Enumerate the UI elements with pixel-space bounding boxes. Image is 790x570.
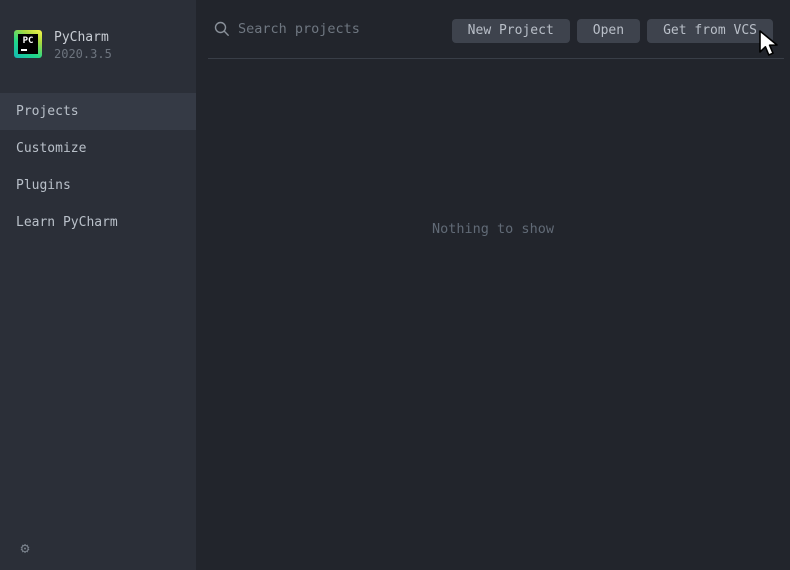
search-area	[214, 21, 438, 37]
sidebar-item-plugins[interactable]: Plugins	[0, 167, 196, 204]
app-header: PC PyCharm 2020.3.5	[14, 30, 112, 63]
settings-gear-icon[interactable]: ⚙	[16, 539, 34, 557]
pycharm-logo-inner: PC	[18, 34, 38, 54]
get-from-vcs-button[interactable]: Get from VCS	[647, 19, 773, 43]
sidebar-item-learn-pycharm[interactable]: Learn PyCharm	[0, 204, 196, 241]
topbar-actions: New Project Open Get from VCS	[452, 19, 773, 43]
app-titles: PyCharm 2020.3.5	[54, 30, 112, 63]
search-icon	[214, 21, 230, 37]
pycharm-welcome-window: PC PyCharm 2020.3.5 Projects Customize P…	[0, 0, 790, 570]
app-version: 2020.3.5	[54, 46, 112, 63]
pycharm-logo-underscore	[21, 49, 27, 51]
new-project-button[interactable]: New Project	[452, 19, 570, 43]
sidebar-nav: Projects Customize Plugins Learn PyCharm	[0, 93, 196, 241]
open-button[interactable]: Open	[577, 19, 640, 43]
mouse-cursor-icon	[756, 30, 780, 58]
empty-state-message: Nothing to show	[196, 221, 790, 237]
app-name: PyCharm	[54, 30, 112, 46]
sidebar-item-projects[interactable]: Projects	[0, 93, 196, 130]
pycharm-logo-icon: PC	[14, 30, 42, 58]
pycharm-logo-text: PC	[18, 36, 38, 46]
sidebar-item-customize[interactable]: Customize	[0, 130, 196, 167]
sidebar: PC PyCharm 2020.3.5 Projects Customize P…	[0, 0, 196, 570]
topbar-divider	[208, 58, 784, 59]
search-projects-input[interactable]	[238, 21, 438, 37]
